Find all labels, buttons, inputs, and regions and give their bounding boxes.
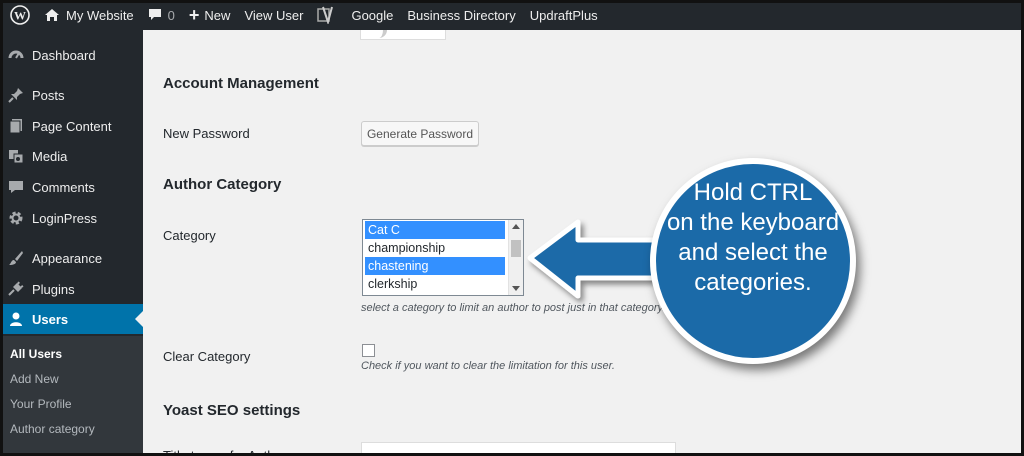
submenu-item-author-category[interactable]: Author category	[10, 422, 95, 436]
sidebar-item-page-content[interactable]: Page Content	[0, 111, 143, 141]
view-user-link[interactable]: View User	[237, 0, 310, 30]
comments-link[interactable]: 0	[141, 0, 182, 30]
scroll-up-arrow-icon[interactable]	[512, 224, 520, 229]
avatar	[360, 30, 446, 40]
comment-icon	[8, 179, 24, 195]
gear-icon	[8, 210, 24, 226]
users-submenu: All Users Add New Your Profile Author ca…	[0, 336, 143, 456]
dashboard-icon	[8, 47, 24, 63]
yoast-seo-heading: Yoast SEO settings	[163, 402, 301, 419]
admin-bar-link-business-directory[interactable]: Business Directory	[400, 0, 522, 30]
account-management-heading: Account Management	[163, 75, 319, 92]
comment-bubble-icon	[148, 9, 161, 20]
category-multiselect[interactable]: Cat C championship chastening clerkship	[362, 219, 524, 296]
sidebar-item-loginpress[interactable]: LoginPress	[0, 203, 143, 233]
sidebar-item-label: Plugins	[32, 281, 75, 297]
sidebar-item-label: Posts	[32, 87, 65, 103]
sidebar-item-plugins[interactable]: Plugins	[0, 274, 143, 304]
callout-line: Hold CTRL	[693, 179, 813, 206]
clear-category-checkbox[interactable]	[362, 344, 375, 357]
new-label: New	[204, 7, 231, 23]
admin-bar-link-updraftplus[interactable]: UpdraftPlus	[523, 0, 605, 30]
wordpress-logo-icon[interactable]: W	[3, 0, 37, 30]
callout-line: and select the	[678, 239, 828, 266]
page-icon	[8, 118, 24, 134]
sidebar-item-label: Appearance	[32, 250, 103, 266]
sidebar-item-posts[interactable]: Posts	[0, 80, 143, 110]
author-title-input[interactable]	[361, 442, 676, 456]
scrollbar-thumb[interactable]	[511, 240, 521, 257]
sidebar-item-label: Page Content	[32, 118, 112, 134]
category-option[interactable]: chastening	[365, 257, 505, 275]
admin-bar-link-google[interactable]: Google	[344, 0, 400, 30]
category-option[interactable]: clerkship	[365, 275, 505, 293]
plug-icon	[8, 281, 24, 297]
sidebar-item-label: Media	[32, 148, 68, 164]
yoast-icon[interactable]	[310, 0, 340, 30]
brush-icon	[8, 250, 24, 266]
submenu-item-your-profile[interactable]: Your Profile	[10, 397, 72, 411]
author-title-label: Title to use for Author page	[163, 448, 319, 456]
sidebar-item-label: Dashboard	[32, 47, 96, 63]
callout-line: categories.	[694, 269, 812, 296]
submenu-item-all-users[interactable]: All Users	[10, 347, 62, 361]
site-name-link[interactable]: My Website	[37, 0, 141, 30]
svg-text:W: W	[14, 9, 26, 23]
callout-line: on the keyboard	[666, 209, 840, 236]
sidebar-item-users[interactable]: Users	[0, 304, 143, 334]
callout-text: Hold CTRL on the keyboard and select the…	[667, 178, 839, 298]
sidebar-item-media[interactable]: Media	[0, 141, 143, 171]
main-content: Account Management New Password Generate…	[143, 30, 1024, 456]
category-option[interactable]: Cat C	[365, 221, 505, 239]
category-description: select a category to limit an author to …	[361, 302, 666, 314]
callout-bubble: Hold CTRL on the keyboard and select the…	[650, 158, 856, 364]
clear-category-description: Check if you want to clear the limitatio…	[361, 360, 615, 372]
comments-count: 0	[167, 7, 175, 23]
sidebar-item-label: Users	[32, 311, 69, 327]
generate-password-button[interactable]: Generate Password	[361, 121, 479, 146]
category-label: Category	[163, 228, 216, 243]
media-icon	[8, 148, 24, 164]
new-content-link[interactable]: + New	[182, 0, 238, 30]
user-icon	[8, 311, 24, 327]
plus-icon: +	[188, 5, 200, 25]
new-password-label: New Password	[163, 126, 250, 141]
listbox-scrollbar[interactable]	[508, 220, 523, 295]
admin-sidebar: Dashboard Posts Page Content Media Comme…	[0, 30, 143, 456]
sidebar-item-appearance[interactable]: Appearance	[0, 243, 143, 273]
submenu-item-add-new[interactable]: Add New	[10, 372, 59, 386]
admin-bar: W My Website 0 + New View User Google Bu…	[0, 0, 1024, 30]
sidebar-item-dashboard[interactable]: Dashboard	[0, 40, 143, 70]
scroll-down-arrow-icon[interactable]	[512, 286, 520, 291]
sidebar-item-label: LoginPress	[32, 210, 98, 226]
site-name: My Website	[66, 7, 134, 23]
category-option[interactable]: championship	[365, 239, 505, 257]
pin-icon	[8, 87, 24, 103]
sidebar-item-comments[interactable]: Comments	[0, 172, 143, 202]
sidebar-item-label: Comments	[32, 179, 95, 195]
clear-category-label: Clear Category	[163, 349, 251, 364]
author-category-heading: Author Category	[163, 176, 282, 193]
home-icon	[45, 9, 59, 21]
